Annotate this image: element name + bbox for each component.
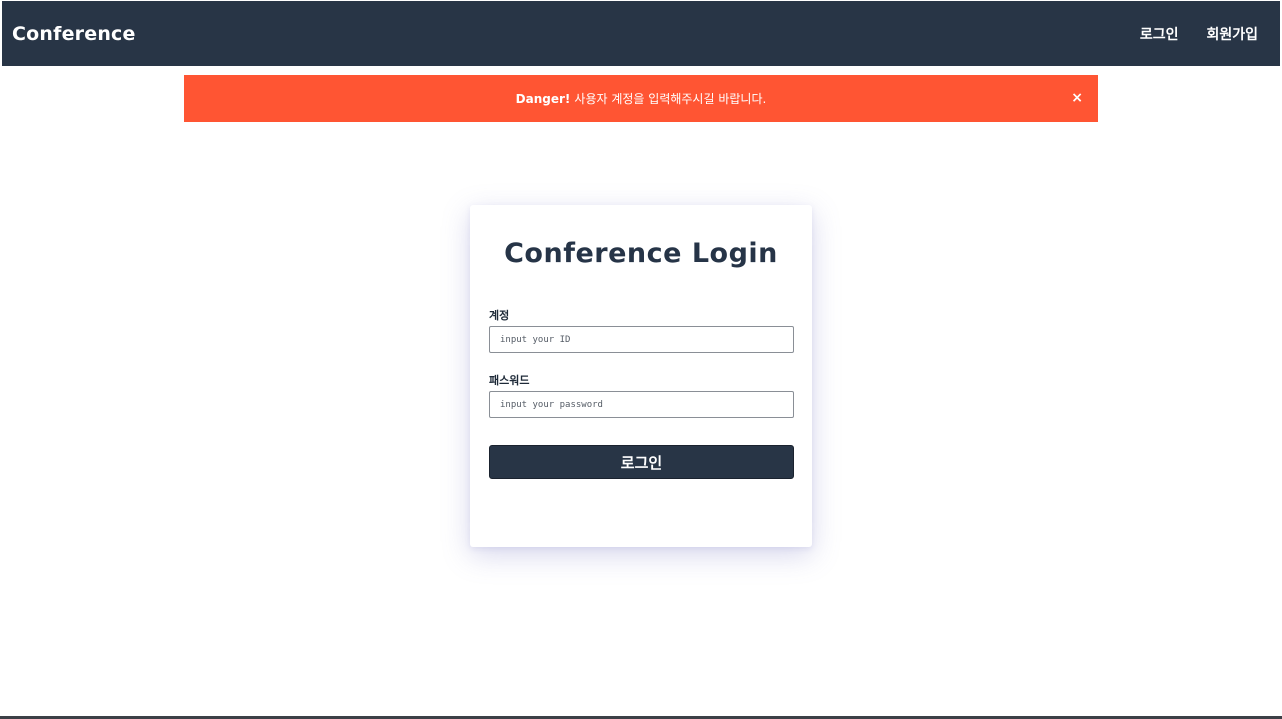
login-title: Conference Login — [504, 238, 778, 269]
password-label: 패스워드 — [489, 374, 530, 387]
login-card: Conference Login 계정 패스워드 로그인 — [470, 205, 812, 547]
nav-links: 로그인 회원가입 — [1112, 24, 1258, 44]
account-input[interactable] — [489, 326, 794, 353]
alert-level: Danger! — [515, 91, 571, 106]
nav-login-link[interactable]: 로그인 — [1140, 24, 1179, 44]
login-submit-button[interactable]: 로그인 — [489, 445, 794, 479]
nav-signup-link[interactable]: 회원가입 — [1206, 24, 1258, 44]
top-navbar: Conference 로그인 회원가입 — [2, 1, 1280, 66]
password-input[interactable] — [489, 391, 794, 418]
danger-alert: Danger! 사용자 계정을 입력해주시길 바랍니다. × — [184, 75, 1098, 122]
account-label: 계정 — [489, 309, 510, 322]
brand-logo[interactable]: Conference — [12, 23, 136, 45]
alert-message: 사용자 계정을 입력해주시길 바랍니다. — [574, 92, 767, 106]
close-icon[interactable]: × — [1071, 89, 1083, 107]
